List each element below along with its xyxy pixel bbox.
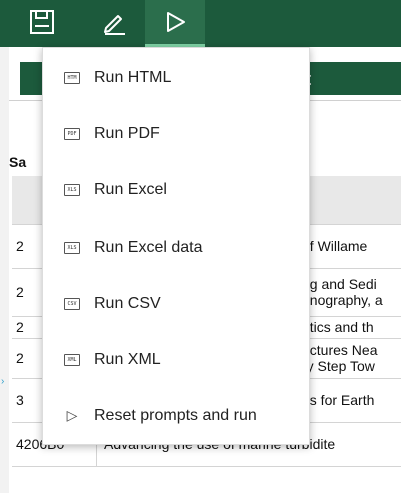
run-button[interactable]: [145, 0, 205, 47]
row-title-line: anography, a: [302, 292, 383, 308]
menu-item-label: Run Excel data: [94, 239, 203, 256]
html-file-icon: HTM: [64, 72, 80, 84]
row-title-line: ng and Sedi: [302, 276, 377, 292]
excel-file-icon: XLS: [64, 242, 80, 254]
menu-item-label: Reset prompts and run: [94, 407, 257, 424]
run-menu: HTM Run HTML PDF Run PDF XLS Run Excel X…: [42, 47, 310, 445]
save-button[interactable]: [12, 0, 72, 44]
menu-item-reset-prompts-and-run[interactable]: ▷ Reset prompts and run: [43, 388, 309, 444]
play-icon: [167, 12, 185, 32]
menu-item-label: Run Excel: [94, 181, 167, 198]
save-icon: [30, 10, 54, 34]
menu-item-label: Run HTML: [94, 69, 172, 86]
edit-button[interactable]: [84, 0, 144, 44]
menu-item-run-pdf[interactable]: PDF Run PDF: [43, 106, 309, 162]
menu-item-run-xml[interactable]: XML Run XML: [43, 332, 309, 388]
pdf-file-icon: PDF: [64, 128, 80, 140]
menu-item-label: Run PDF: [94, 125, 160, 142]
menu-item-label: Run XML: [94, 351, 161, 368]
menu-item-run-csv[interactable]: CSV Run CSV: [43, 276, 309, 332]
toolbar: [0, 0, 401, 47]
pencil-icon: [104, 15, 125, 35]
collapse-handle-icon[interactable]: ›: [1, 376, 8, 388]
row-title-line: ry Step Tow: [302, 358, 375, 374]
menu-item-run-html[interactable]: HTM Run HTML: [43, 50, 309, 106]
row-title-line: uctures Nea: [302, 342, 378, 358]
excel-file-icon: XLS: [64, 184, 80, 196]
menu-item-run-excel-data[interactable]: XLS Run Excel data: [43, 220, 309, 276]
left-panel-edge: [0, 47, 9, 493]
section-label: Sa: [9, 154, 27, 170]
menu-item-label: Run CSV: [94, 295, 161, 312]
menu-item-run-excel[interactable]: XLS Run Excel: [43, 162, 309, 218]
csv-file-icon: CSV: [64, 298, 80, 310]
play-icon: ▷: [66, 408, 78, 424]
xml-file-icon: XML: [64, 354, 80, 366]
